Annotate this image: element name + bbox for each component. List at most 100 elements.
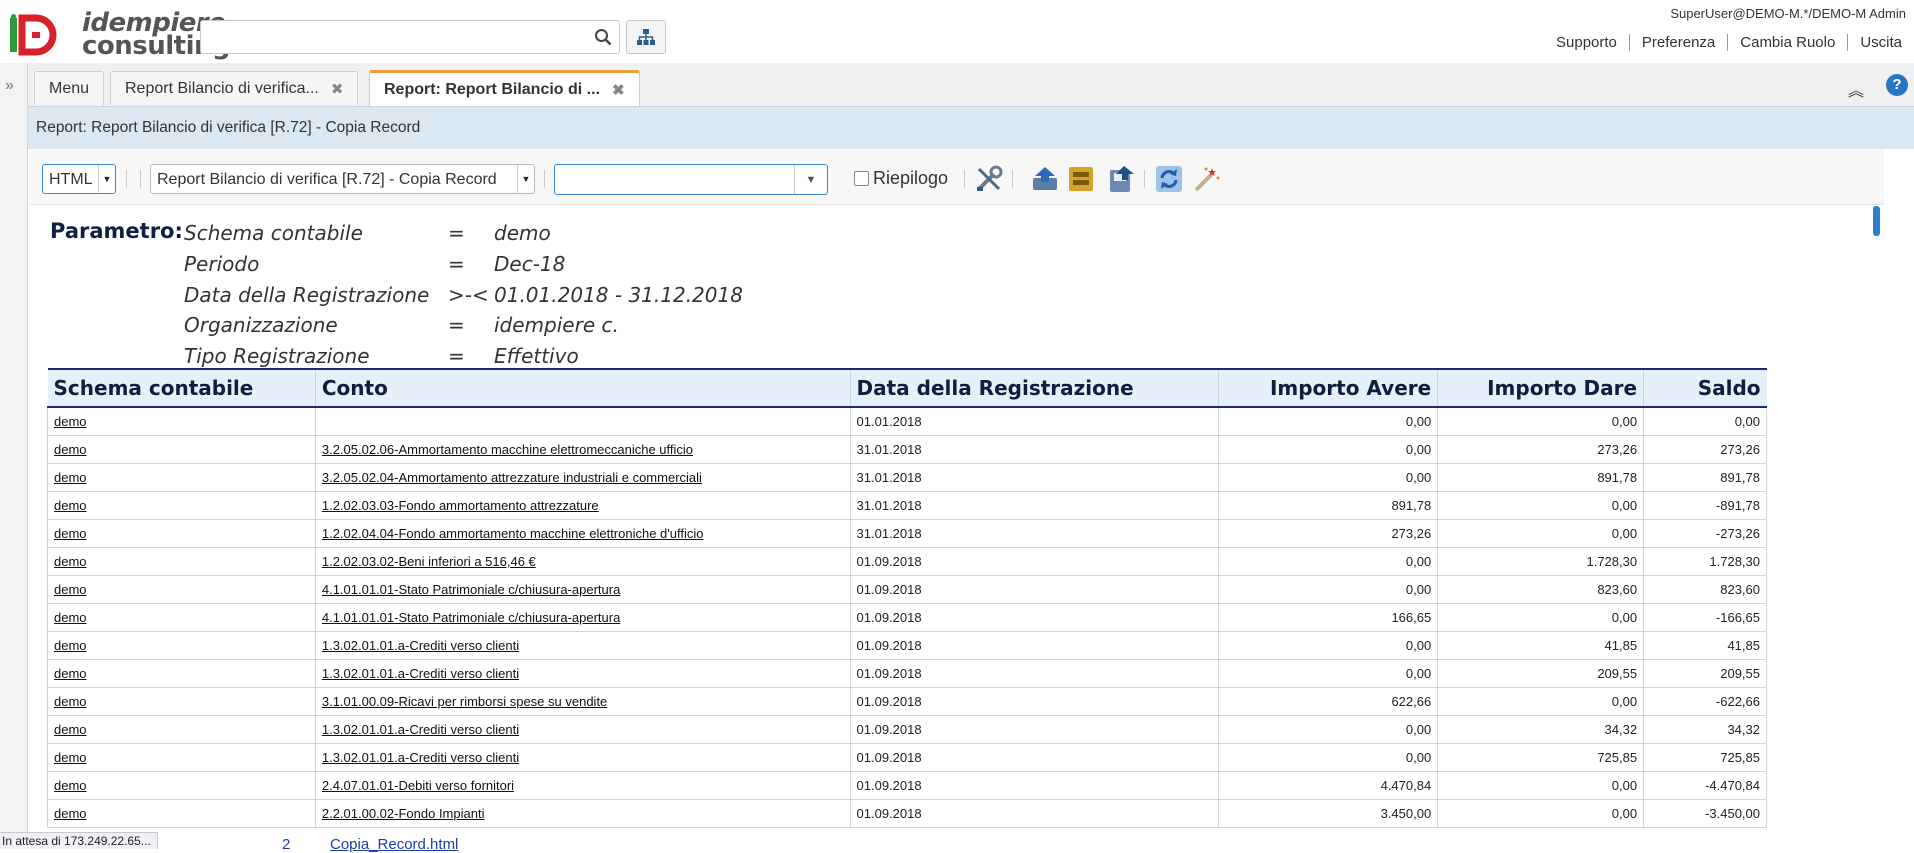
toolbar-separator <box>964 170 965 188</box>
cell-schema[interactable]: demo <box>47 491 316 520</box>
cell-conto <box>314 406 851 436</box>
cell-conto[interactable]: 1.3.02.01.01.a-Crediti verso clienti <box>314 631 851 660</box>
toolbar-separator <box>140 170 141 188</box>
cell-schema[interactable]: demo <box>47 743 316 772</box>
cell-schema[interactable]: demo <box>47 435 316 464</box>
cell-schema[interactable]: demo <box>47 631 316 660</box>
report-view-combobox[interactable]: ▼ <box>554 164 828 195</box>
print-format-select[interactable]: Report Bilancio di verifica [R.72] - Cop… <box>150 164 535 194</box>
window-tabbar: Menu Report Bilancio di verifica... ✖ Re… <box>28 63 1914 107</box>
search-button[interactable] <box>586 20 620 54</box>
column-header: Importo Avere <box>1218 368 1438 408</box>
close-icon[interactable]: ✖ <box>612 81 625 99</box>
column-header: Conto <box>314 368 851 408</box>
cell-conto[interactable]: 3.2.05.02.06-Ammortamento macchine elett… <box>314 435 851 464</box>
summary-checkbox-wrap[interactable]: Riepilogo <box>854 168 948 189</box>
cell-avere: 0,00 <box>1218 547 1439 576</box>
param-operator: = <box>448 252 465 276</box>
cell-schema[interactable]: demo <box>47 687 316 716</box>
cell-conto[interactable]: 4.1.01.01.01-Stato Patrimoniale c/chiusu… <box>314 575 851 604</box>
cell-date: 01.09.2018 <box>849 631 1220 660</box>
param-name: Tipo Registrazione <box>184 344 370 368</box>
cell-conto[interactable]: 1.3.02.01.01.a-Crediti verso clienti <box>314 715 851 744</box>
collapse-up-icon[interactable]: ︽ <box>1848 77 1864 101</box>
send-icon <box>1033 167 1057 190</box>
cell-schema[interactable]: demo <box>47 575 316 604</box>
wizard-button[interactable] <box>1192 164 1222 194</box>
cell-conto[interactable]: 2.4.07.01.01-Debiti verso fornitori <box>314 771 851 800</box>
cell-schema[interactable]: demo <box>47 715 316 744</box>
toolbar-separator <box>1144 170 1145 188</box>
search-input[interactable] <box>201 21 593 51</box>
chevron-down-icon[interactable]: ▼ <box>794 165 827 194</box>
link-cambia-ruolo[interactable]: Cambia Ruolo <box>1727 34 1847 51</box>
customize-button[interactable] <box>974 164 1004 194</box>
report-toolbar: HTML ▼ Report Bilancio di verifica [R.72… <box>30 150 1884 205</box>
summary-label: Riepilogo <box>873 168 949 188</box>
cell-schema[interactable]: demo <box>47 519 316 548</box>
cell-schema[interactable]: demo <box>47 463 316 492</box>
column-header: Schema contabile <box>47 368 316 408</box>
column-header: Data della Registrazione <box>849 368 1219 408</box>
tab-report-active[interactable]: Report: Report Bilancio di ... ✖ <box>369 70 640 106</box>
cell-saldo: 209,55 <box>1643 659 1767 688</box>
tab-menu[interactable]: Menu <box>34 71 105 105</box>
expand-panel-icon[interactable]: » <box>5 77 14 95</box>
vertical-scrollbar[interactable] <box>1873 206 1880 236</box>
cell-conto[interactable]: 1.2.02.03.03-Fondo ammortamento attrezza… <box>314 491 851 520</box>
cell-schema[interactable]: demo <box>47 799 316 828</box>
summary-checkbox[interactable] <box>854 171 869 186</box>
cell-avere: 622,66 <box>1218 687 1439 716</box>
cell-schema[interactable]: demo <box>47 771 316 800</box>
cell-schema[interactable]: demo <box>47 406 316 436</box>
cell-dare: 273,26 <box>1437 435 1645 464</box>
cell-conto[interactable]: 1.3.02.01.01.a-Crediti verso clienti <box>314 659 851 688</box>
drill-button[interactable] <box>1066 164 1096 194</box>
report-viewer: Parametro: Schema contabile = demo Perio… <box>30 205 1884 848</box>
table-row: demo 1.2.02.04.04-Fondo ammortamento macc… <box>47 519 1767 548</box>
cell-conto[interactable]: 1.3.02.01.01.a-Crediti verso clienti <box>314 743 851 772</box>
window-title-bar: Report: Report Bilancio di verifica [R.7… <box>28 107 1914 149</box>
cell-conto[interactable]: 2.2.01.00.02-Fondo Impianti <box>314 799 851 828</box>
cell-conto[interactable]: 3.1.01.00.09-Ricavi per rimborsi spese s… <box>314 687 851 716</box>
close-icon[interactable]: ✖ <box>331 80 344 98</box>
cell-date: 01.09.2018 <box>849 715 1220 744</box>
archive-button[interactable] <box>1030 164 1060 194</box>
table-row: demo 4.1.01.01.01-Stato Patrimoniale c/ch… <box>47 603 1767 632</box>
cell-schema[interactable]: demo <box>47 659 316 688</box>
param-operator: = <box>448 221 465 245</box>
folder-icon <box>1069 167 1093 191</box>
cell-schema[interactable]: demo <box>47 603 316 632</box>
cell-conto[interactable]: 1.2.02.04.04-Fondo ammortamento macchine… <box>314 519 851 548</box>
cell-saldo: 1.728,30 <box>1643 547 1767 576</box>
cell-conto[interactable]: 1.2.02.03.02-Beni inferiori a 516,46 € <box>314 547 851 576</box>
param-value: Dec-18 <box>494 252 566 276</box>
cell-avere: 3.450,00 <box>1218 799 1439 828</box>
tab-report-bilancio[interactable]: Report Bilancio di verifica... ✖ <box>110 71 359 105</box>
cell-saldo: 823,60 <box>1643 575 1767 604</box>
cell-saldo: 41,85 <box>1643 631 1767 660</box>
export-button[interactable] <box>1106 164 1136 194</box>
cell-schema[interactable]: demo <box>47 547 316 576</box>
format-select[interactable]: HTML ▼ <box>42 164 116 194</box>
cell-conto[interactable]: 3.2.05.02.04-Ammortamento attrezzature i… <box>314 463 851 492</box>
chevron-down-icon: ▼ <box>98 165 115 193</box>
cell-dare: 209,55 <box>1437 659 1645 688</box>
link-supporto[interactable]: Supporto <box>1544 34 1629 51</box>
menu-tree-button[interactable] <box>626 20 666 54</box>
help-icon[interactable]: ? <box>1886 74 1908 96</box>
cell-date: 01.09.2018 <box>849 603 1220 632</box>
download-link[interactable]: Copia_Record.html <box>330 836 458 853</box>
cell-saldo: -3.450,00 <box>1643 799 1767 828</box>
cell-conto[interactable]: 4.1.01.01.01-Stato Patrimoniale c/chiusu… <box>314 603 851 632</box>
app-header: idempiere consulting SuperUser@DEMO-M.*/… <box>0 0 1914 64</box>
refresh-button[interactable] <box>1154 164 1184 194</box>
idempiere-logo[interactable]: idempiere consulting <box>8 10 231 59</box>
user-context: SuperUser@DEMO-M.*/DEMO-M Admin <box>1670 6 1906 21</box>
tools-icon <box>977 165 1003 191</box>
cell-avere: 0,00 <box>1218 631 1439 660</box>
param-value: 01.01.2018 - 31.12.2018 <box>494 283 743 307</box>
global-search <box>200 20 593 54</box>
link-uscita[interactable]: Uscita <box>1847 34 1914 51</box>
link-preferenza[interactable]: Preferenza <box>1628 34 1727 51</box>
